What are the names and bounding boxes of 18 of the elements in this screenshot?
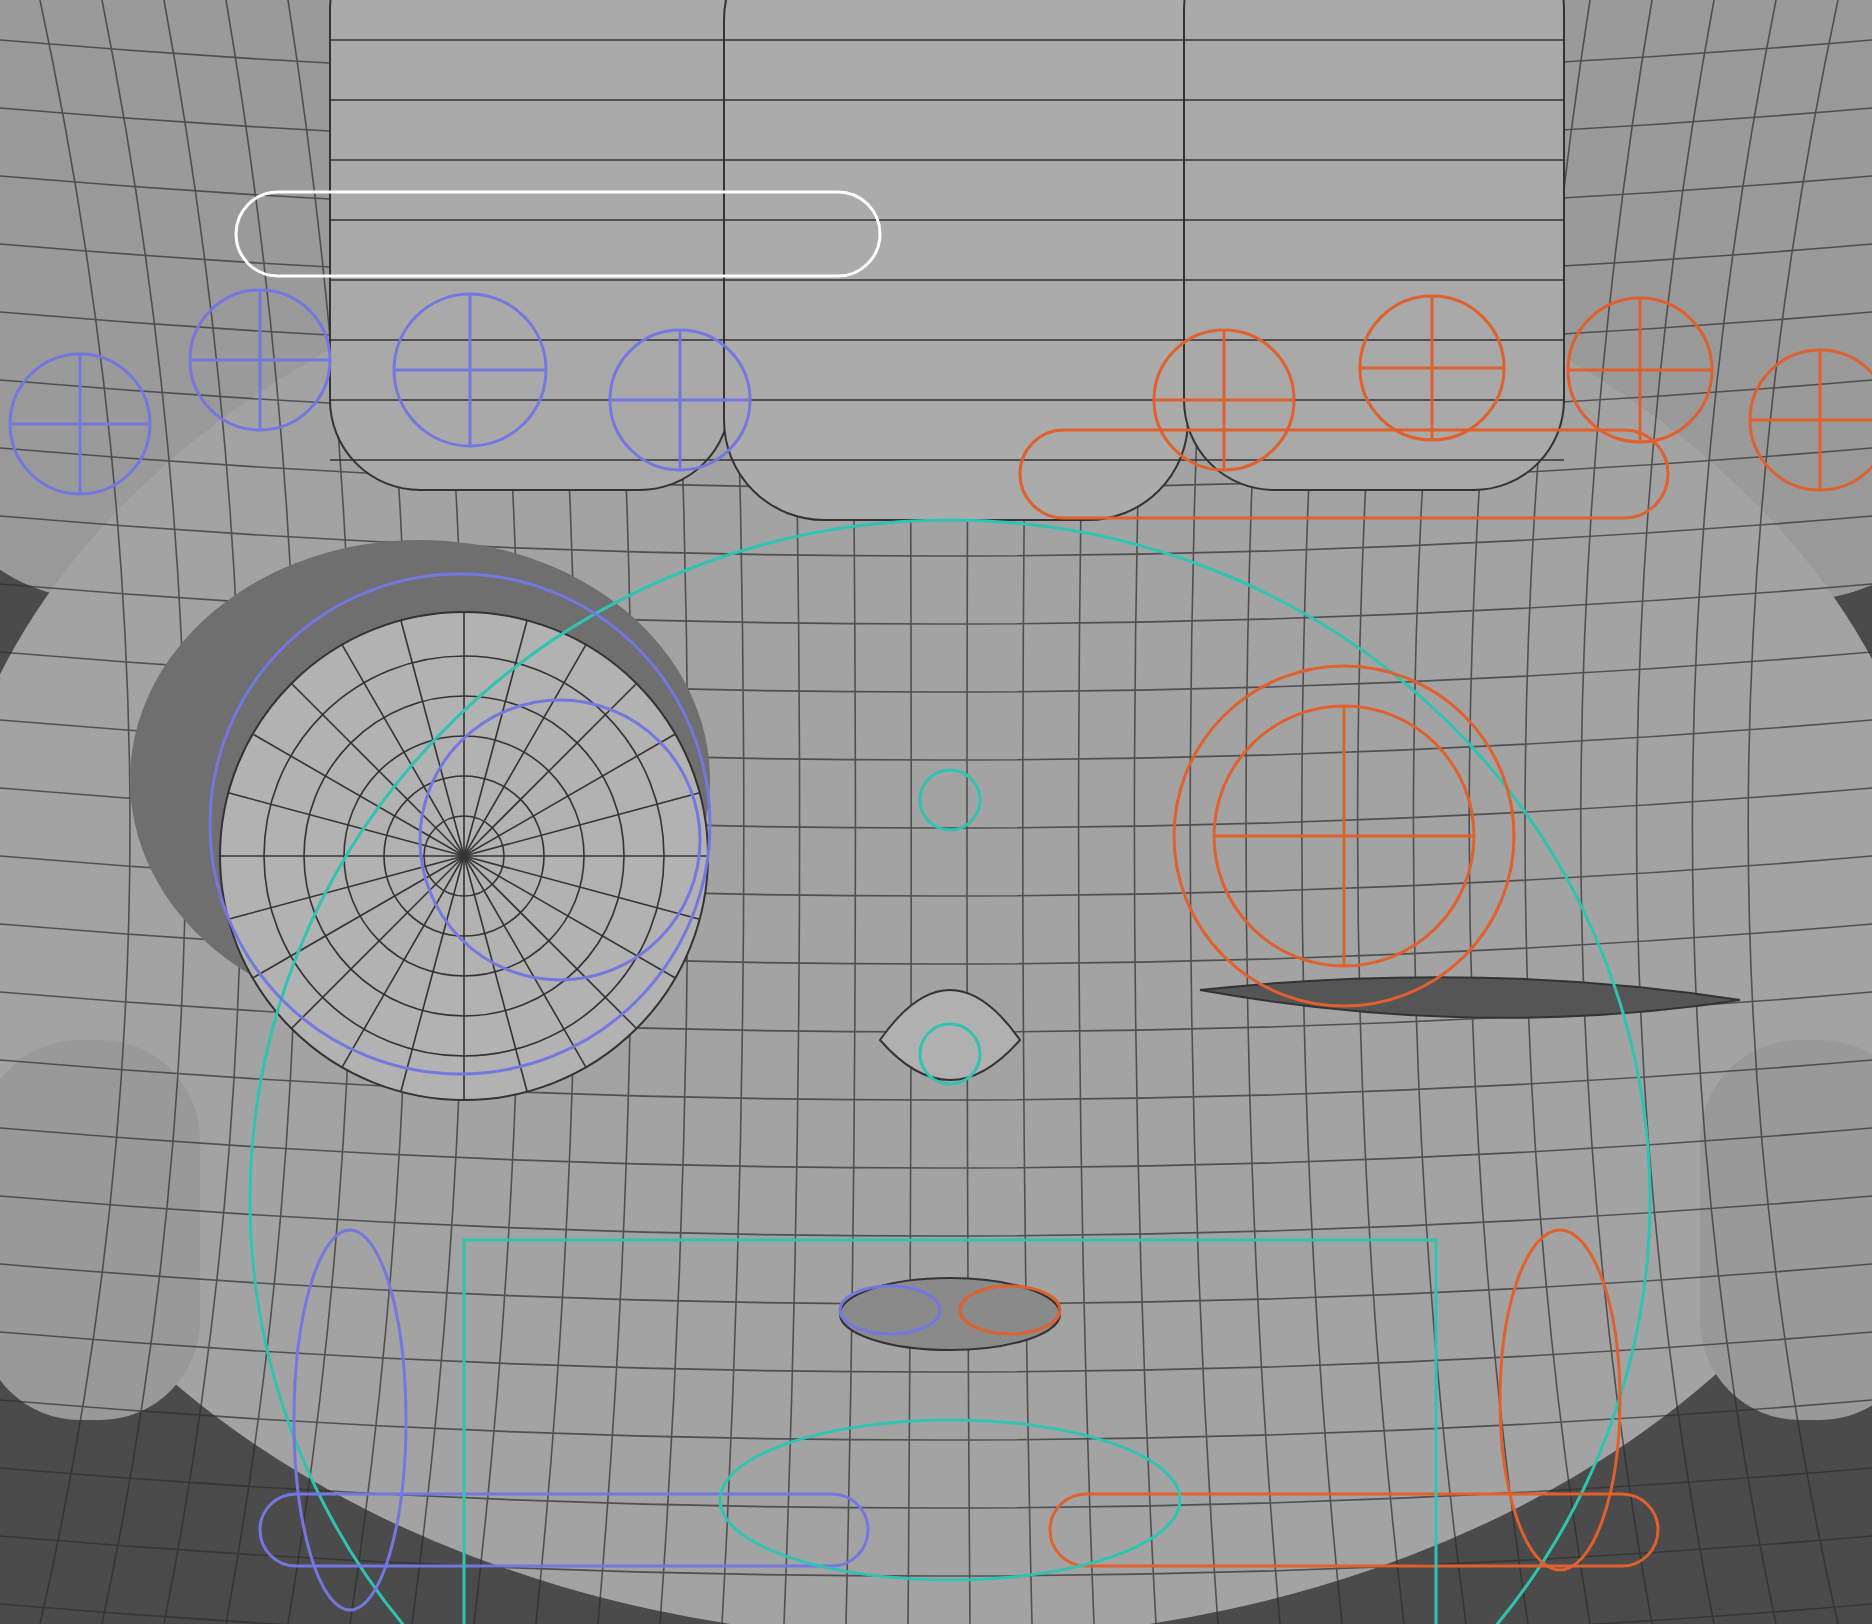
rig-control[interactable] [418, 698, 702, 982]
rig-control[interactable] [462, 1238, 1438, 1624]
rig-control[interactable] [1018, 428, 1670, 520]
rig-control[interactable] [1152, 328, 1296, 472]
rig-control[interactable] [608, 328, 752, 472]
rig-control[interactable] [1358, 294, 1506, 442]
rig-control[interactable] [292, 1228, 408, 1612]
rig-control[interactable] [392, 292, 548, 448]
rig-control[interactable] [1172, 664, 1516, 1008]
rig-control[interactable] [208, 572, 712, 1076]
rig-control[interactable] [918, 1022, 982, 1086]
rig-control[interactable] [838, 1284, 942, 1336]
rig-control[interactable] [258, 1492, 870, 1568]
rig-control[interactable] [248, 518, 1652, 1624]
rig-control[interactable] [188, 288, 332, 432]
rig-control[interactable] [1048, 1492, 1660, 1568]
rig-control[interactable] [1498, 1228, 1622, 1572]
rig-control[interactable] [718, 1418, 1182, 1582]
